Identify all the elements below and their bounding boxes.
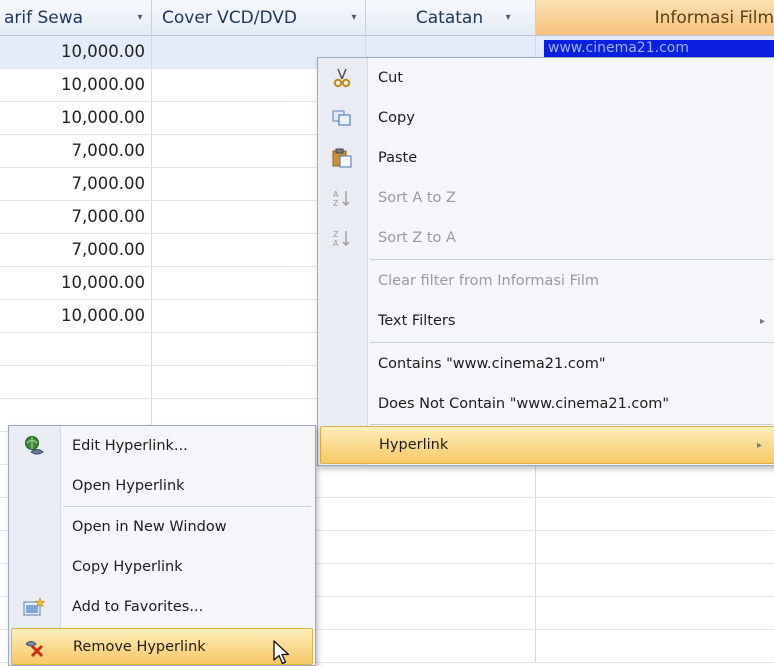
column-header-informasi-film[interactable]: Informasi Film	[536, 0, 774, 36]
menu-item-label: Sort A to Z	[378, 190, 456, 206]
menu-item-paste[interactable]: Paste	[318, 138, 774, 178]
selected-hyperlink-cell[interactable]: www.cinema21.com	[544, 40, 774, 57]
column-header-label: Cover VCD/DVD	[162, 7, 298, 28]
menu-item-cut[interactable]: Cut	[318, 58, 774, 98]
menu-item-contains[interactable]: Contains "www.cinema21.com"	[318, 344, 774, 384]
dropdown-arrow-icon[interactable]: ▾	[343, 12, 365, 23]
menu-item-label: Hyperlink	[379, 437, 449, 453]
menu-item-label: Add to Favorites...	[72, 599, 204, 615]
sort-descending-icon: ZA	[329, 225, 355, 251]
menu-separator	[370, 342, 773, 343]
tarif-sewa-cell[interactable]: 7,000.00	[0, 135, 152, 167]
catatan-cell[interactable]	[366, 465, 536, 497]
menu-item-add-to-favorites[interactable]: Add to Favorites...	[9, 587, 315, 627]
menu-item-label: Contains "www.cinema21.com"	[378, 356, 606, 372]
menu-separator	[370, 259, 773, 260]
svg-text:A: A	[333, 190, 339, 199]
menu-item-open-hyperlink[interactable]: Open Hyperlink	[9, 466, 315, 506]
menu-item-sort-a-to-z[interactable]: AZ Sort A to Z	[318, 178, 774, 218]
svg-text:Z: Z	[333, 230, 339, 239]
catatan-cell[interactable]	[366, 531, 536, 563]
menu-item-edit-hyperlink[interactable]: Edit Hyperlink...	[9, 426, 315, 466]
tarif-sewa-cell[interactable]: 7,000.00	[0, 201, 152, 233]
sort-ascending-icon: AZ	[329, 185, 355, 211]
tarif-sewa-cell[interactable]	[0, 366, 152, 398]
menu-item-label: Remove Hyperlink	[73, 638, 206, 655]
menu-item-label: Clear filter from Informasi Film	[378, 273, 600, 289]
tarif-sewa-cell[interactable]: 10,000.00	[0, 36, 152, 68]
paste-icon	[329, 145, 355, 171]
menu-separator	[370, 424, 773, 425]
catatan-cell[interactable]	[366, 630, 536, 662]
menu-item-text-filters[interactable]: Text Filters ▸	[318, 301, 774, 341]
mouse-cursor-icon	[272, 640, 294, 666]
hyperlink-submenu: Edit Hyperlink... Open Hyperlink Open in…	[8, 425, 316, 666]
column-header-label: Informasi Film	[654, 7, 774, 28]
menu-item-label: Open Hyperlink	[72, 478, 185, 494]
menu-item-label: Does Not Contain "www.cinema21.com"	[378, 396, 670, 412]
catatan-cell[interactable]	[366, 564, 536, 596]
menu-item-does-not-contain[interactable]: Does Not Contain "www.cinema21.com"	[318, 384, 774, 424]
menu-item-label: Sort Z to A	[378, 230, 456, 246]
remove-hyperlink-icon	[22, 634, 48, 660]
column-header-label: arif Sewa	[4, 7, 84, 28]
menu-item-label: Cut	[378, 70, 403, 86]
menu-item-copy-hyperlink[interactable]: Copy Hyperlink	[9, 547, 315, 587]
add-favorites-icon	[21, 594, 47, 620]
menu-item-label: Text Filters	[378, 313, 456, 329]
catatan-cell[interactable]	[366, 498, 536, 530]
menu-item-label: Copy	[378, 110, 415, 126]
context-menu: Cut Copy Paste AZ Sort A to Z ZA Sort Z …	[317, 57, 774, 466]
copy-icon	[329, 105, 355, 131]
column-header-catatan[interactable]: Catatan ▾	[366, 0, 536, 36]
scissors-icon	[329, 65, 355, 91]
submenu-arrow-icon: ▸	[756, 439, 762, 451]
menu-item-label: Paste	[378, 150, 418, 166]
tarif-sewa-cell[interactable]: 10,000.00	[0, 69, 152, 101]
menu-item-open-in-new-window[interactable]: Open in New Window	[9, 507, 315, 547]
dropdown-arrow-icon[interactable]: ▾	[497, 12, 519, 23]
menu-item-sort-z-to-a[interactable]: ZA Sort Z to A	[318, 218, 774, 258]
tarif-sewa-cell[interactable]: 10,000.00	[0, 300, 152, 332]
tarif-sewa-cell[interactable]	[0, 333, 152, 365]
menu-item-label: Copy Hyperlink	[72, 559, 183, 575]
tarif-sewa-cell[interactable]: 10,000.00	[0, 102, 152, 134]
column-header-label: Catatan	[415, 7, 484, 28]
menu-item-hyperlink[interactable]: Hyperlink ▸	[320, 426, 774, 464]
tarif-sewa-cell[interactable]: 10,000.00	[0, 267, 152, 299]
catatan-cell[interactable]	[366, 597, 536, 629]
menu-item-label: Open in New Window	[72, 519, 227, 535]
svg-text:A: A	[333, 239, 339, 248]
menu-item-clear-filter[interactable]: Clear filter from Informasi Film	[318, 261, 774, 301]
tarif-sewa-cell[interactable]: 7,000.00	[0, 168, 152, 200]
menu-item-label: Edit Hyperlink...	[72, 438, 188, 454]
tarif-sewa-cell[interactable]: 7,000.00	[0, 234, 152, 266]
menu-item-remove-hyperlink[interactable]: Remove Hyperlink	[11, 628, 313, 665]
edit-hyperlink-icon	[21, 433, 47, 459]
column-header-cover[interactable]: Cover VCD/DVD ▾	[152, 0, 366, 36]
menu-item-copy[interactable]: Copy	[318, 98, 774, 138]
svg-text:Z: Z	[333, 199, 339, 208]
column-header-tarif-sewa[interactable]: arif Sewa ▾	[0, 0, 152, 36]
dropdown-arrow-icon[interactable]: ▾	[129, 12, 151, 23]
submenu-arrow-icon: ▸	[759, 315, 765, 327]
